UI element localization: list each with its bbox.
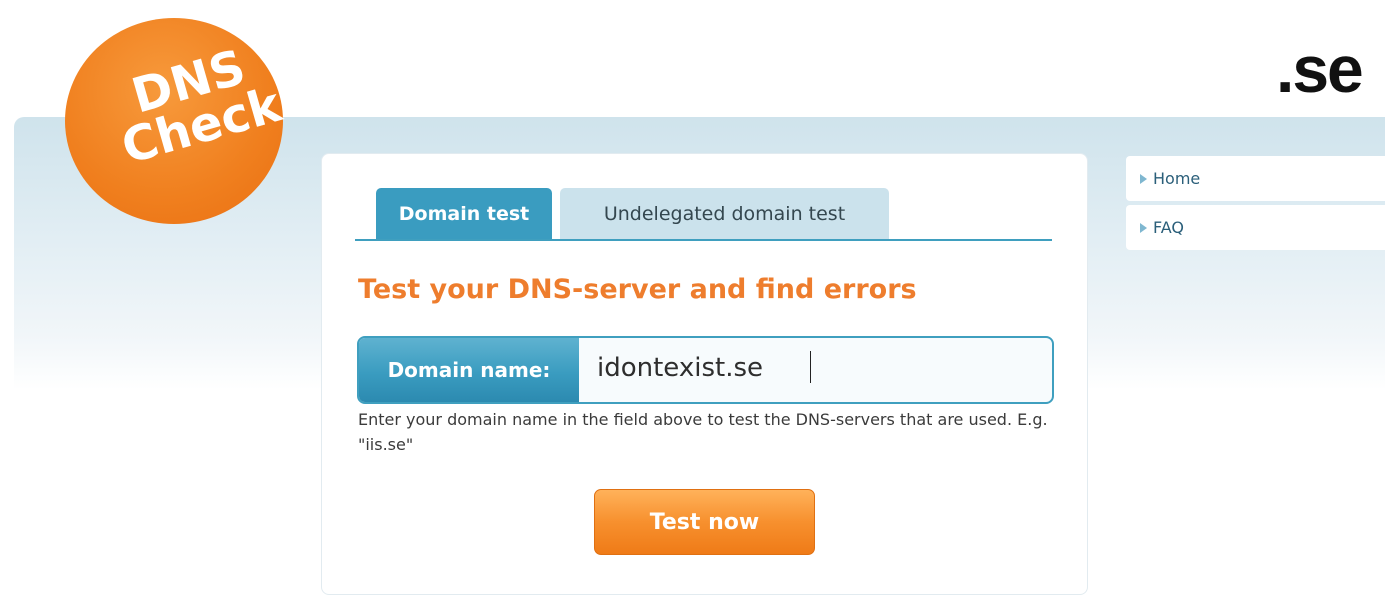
- nav-item-label: Home: [1153, 169, 1201, 188]
- domain-name-input[interactable]: [587, 338, 1052, 402]
- domain-name-label: Domain name:: [359, 338, 579, 402]
- domain-name-field: Domain name:: [357, 336, 1054, 404]
- brand-logo[interactable]: .se: [1276, 36, 1364, 102]
- tab-undelegated-domain-test[interactable]: Undelegated domain test: [560, 188, 889, 239]
- nav-item-faq[interactable]: FAQ: [1126, 205, 1385, 250]
- field-hint: Enter your domain name in the field abov…: [358, 410, 1048, 454]
- nav-item-home[interactable]: Home: [1126, 156, 1385, 201]
- text-caret: [810, 351, 811, 383]
- nav-item-label: FAQ: [1153, 218, 1184, 237]
- tab-domain-test[interactable]: Domain test: [376, 188, 552, 239]
- tab-bar: Domain test Undelegated domain test: [355, 188, 1052, 240]
- page-title: Test your DNS-server and find errors: [358, 274, 917, 305]
- test-now-button[interactable]: Test now: [594, 489, 815, 555]
- nav-arrow-icon: [1140, 173, 1147, 184]
- tab-underline: [355, 239, 1052, 241]
- nav-arrow-icon: [1140, 222, 1147, 233]
